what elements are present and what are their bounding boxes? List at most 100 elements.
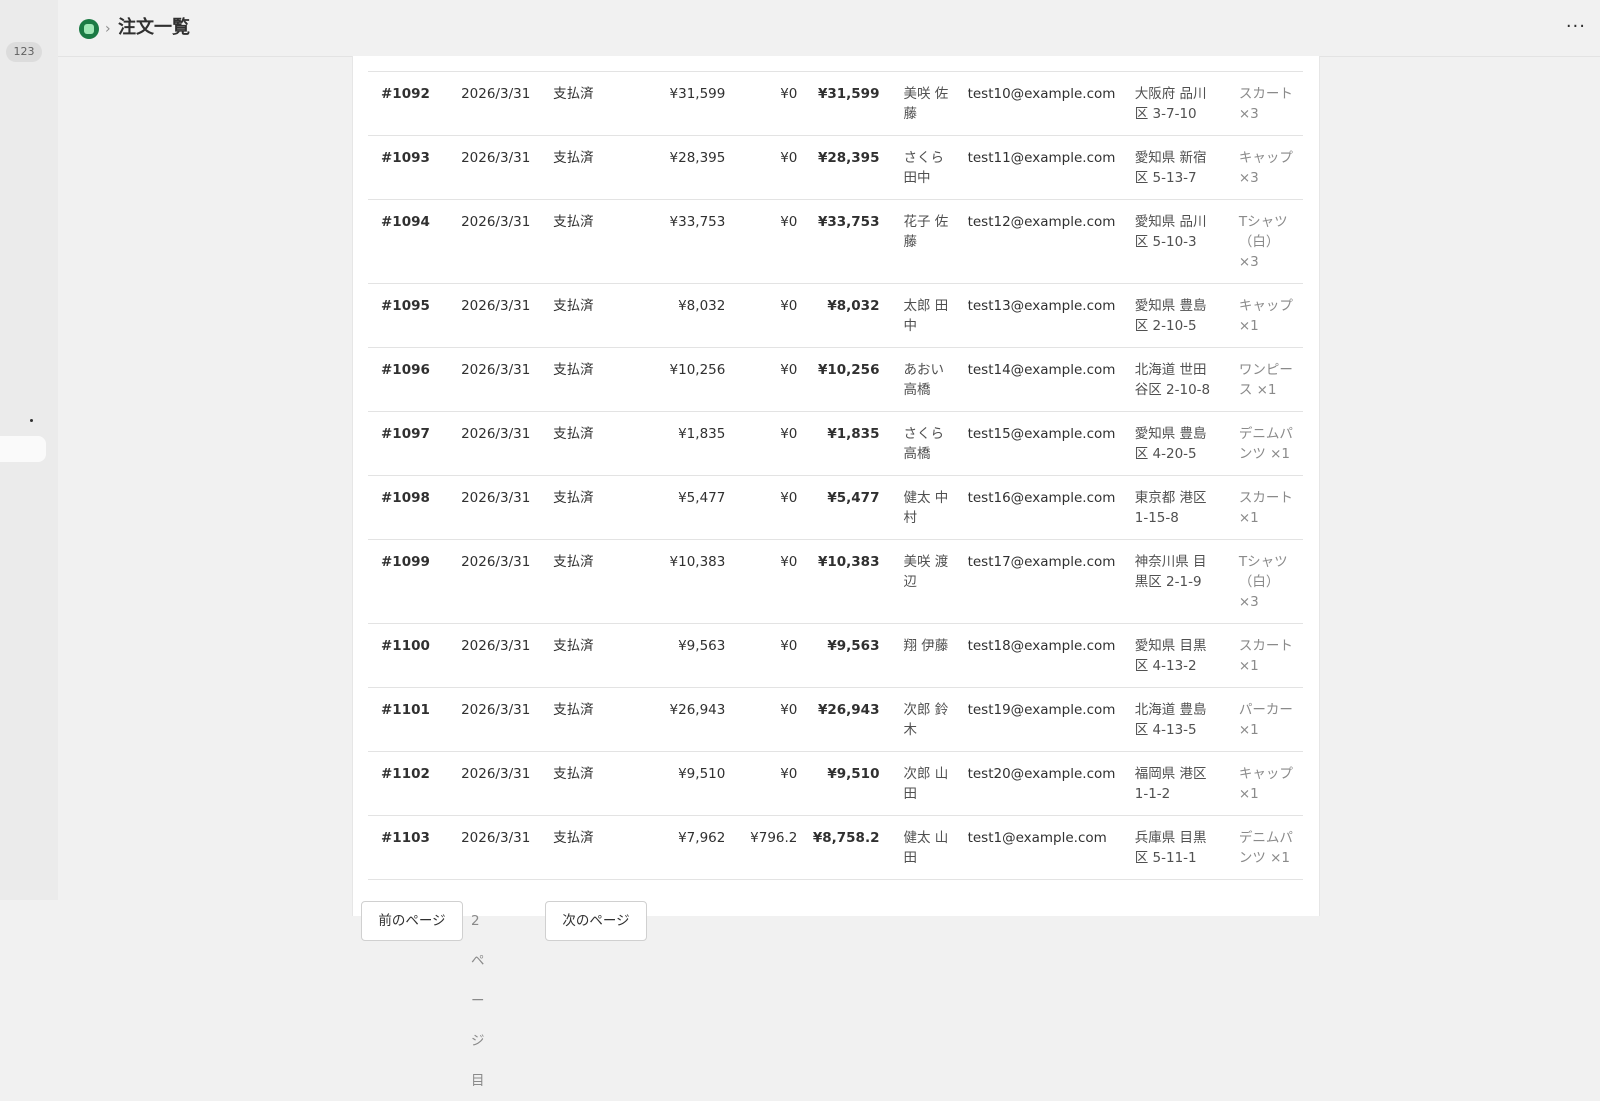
- sidebar: 123: [0, 0, 58, 900]
- payment-status-cell: 支払済: [547, 283, 650, 348]
- total-cell: ¥28,395: [803, 135, 886, 200]
- table-row[interactable]: #1097 2026/3/31 支払済 ¥1,835 ¥0 ¥1,835 さくら 高橋 tes…: [368, 411, 1303, 476]
- customer-name-cell: 太郎 田中: [885, 283, 962, 348]
- customer-name-cell: 美咲 佐藤: [885, 71, 962, 136]
- order-id-cell: #1093: [368, 135, 448, 200]
- order-items-cell: キャップ ×1: [1225, 751, 1303, 816]
- table-row[interactable]: #1098 2026/3/31 支払済 ¥5,477 ¥0 ¥5,477 健太 中村 test…: [368, 475, 1303, 540]
- breadcrumb-separator: ›: [105, 21, 111, 37]
- discount-cell: ¥0: [731, 687, 804, 752]
- subtotal-cell: ¥28,395: [649, 135, 732, 200]
- order-date-cell: 2026/3/31: [447, 623, 548, 688]
- table-row[interactable]: #1101 2026/3/31 支払済 ¥26,943 ¥0 ¥26,943 次郎 鈴木 te…: [368, 687, 1303, 752]
- total-cell: ¥10,256: [803, 347, 886, 412]
- sidebar-active-item[interactable]: [0, 436, 46, 462]
- order-date-cell: 2026/3/31: [447, 411, 548, 476]
- page-title: 注文一覧: [118, 17, 190, 38]
- customer-email-cell: test12@example.com: [961, 199, 1129, 284]
- customer-email-cell: test15@example.com: [961, 411, 1129, 476]
- shipping-address-cell: 兵庫県 目黒区 5-11-1: [1128, 815, 1226, 880]
- table-row[interactable]: #1102 2026/3/31 支払済 ¥9,510 ¥0 ¥9,510 次郎 山田 test…: [368, 751, 1303, 816]
- payment-status-cell: 支払済: [547, 135, 650, 200]
- subtotal-cell: ¥5,477: [649, 475, 732, 540]
- total-cell: ¥1,835: [803, 411, 886, 476]
- table-row[interactable]: #1093 2026/3/31 支払済 ¥28,395 ¥0 ¥28,395 さくら 田中 t…: [368, 135, 1303, 200]
- subtotal-cell: ¥33,753: [649, 199, 732, 284]
- order-items-cell: スカート ×1: [1225, 475, 1303, 540]
- customer-email-cell: test16@example.com: [961, 475, 1129, 540]
- order-id-cell: #1101: [368, 687, 448, 752]
- shipping-address-cell: 大阪府 品川区 3-7-10: [1128, 71, 1226, 136]
- discount-cell: ¥0: [731, 539, 804, 624]
- total-cell: ¥8,758.2: [803, 815, 886, 880]
- total-cell: ¥8,032: [803, 283, 886, 348]
- order-id-cell: #1100: [368, 623, 448, 688]
- shipping-address-cell: 北海道 豊島区 4-13-5: [1128, 687, 1226, 752]
- customer-name-cell: 花子 佐藤: [885, 199, 962, 284]
- customer-email-cell: test10@example.com: [961, 71, 1129, 136]
- subtotal-cell: ¥10,256: [649, 347, 732, 412]
- payment-status-cell: 支払済: [547, 475, 650, 540]
- indicator-dot: [30, 419, 33, 422]
- total-cell: ¥9,563: [803, 623, 886, 688]
- subtotal-cell: ¥26,943: [649, 687, 732, 752]
- discount-cell: ¥0: [731, 411, 804, 476]
- payment-status-cell: 支払済: [547, 71, 650, 136]
- table-row[interactable]: #1096 2026/3/31 支払済 ¥10,256 ¥0 ¥10,256 あおい 高橋 t…: [368, 347, 1303, 412]
- customer-name-cell: 美咲 渡辺: [885, 539, 962, 624]
- order-items-cell: Tシャツ（白） ×3: [1225, 199, 1303, 284]
- payment-status-cell: 支払済: [547, 411, 650, 476]
- discount-cell: ¥0: [731, 475, 804, 540]
- customer-name-cell: あおい 高橋: [885, 347, 962, 412]
- discount-cell: ¥0: [731, 347, 804, 412]
- shipping-address-cell: 北海道 世田谷区 2-10-8: [1128, 347, 1226, 412]
- app-logo-icon[interactable]: [79, 19, 99, 39]
- order-id-cell: #1102: [368, 751, 448, 816]
- shipping-address-cell: 愛知県 豊島区 2-10-5: [1128, 283, 1226, 348]
- order-date-cell: 2026/3/31: [447, 815, 548, 880]
- more-actions-icon[interactable]: ···: [1566, 14, 1586, 40]
- order-items-cell: パーカー ×1: [1225, 687, 1303, 752]
- order-items-cell: スカート ×3: [1225, 71, 1303, 136]
- order-items-cell: Tシャツ（白） ×3: [1225, 539, 1303, 624]
- shipping-address-cell: 神奈川県 目黒区 2-1-9: [1128, 539, 1226, 624]
- shipping-address-cell: 東京都 港区 1-15-8: [1128, 475, 1226, 540]
- order-id-cell: #1103: [368, 815, 448, 880]
- order-id-cell: #1099: [368, 539, 448, 624]
- payment-status-cell: 支払済: [547, 687, 650, 752]
- table-row[interactable]: #1095 2026/3/31 支払済 ¥8,032 ¥0 ¥8,032 太郎 田中 test…: [368, 283, 1303, 348]
- total-cell: ¥33,753: [803, 199, 886, 284]
- discount-cell: ¥0: [731, 623, 804, 688]
- payment-status-cell: 支払済: [547, 539, 650, 624]
- shipping-address-cell: 愛知県 新宿区 5-13-7: [1128, 135, 1226, 200]
- order-id-cell: #1098: [368, 475, 448, 540]
- table-row[interactable]: #1100 2026/3/31 支払済 ¥9,563 ¥0 ¥9,563 翔 伊藤 test1…: [368, 623, 1303, 688]
- prev-page-button[interactable]: 前のページ: [361, 901, 463, 941]
- customer-name-cell: さくら 高橋: [885, 411, 962, 476]
- customer-email-cell: test17@example.com: [961, 539, 1129, 624]
- table-row[interactable]: #1103 2026/3/31 支払済 ¥7,962 ¥796.2 ¥8,758.2 健太 …: [368, 815, 1303, 880]
- order-date-cell: 2026/3/31: [447, 347, 548, 412]
- payment-status-cell: 支払済: [547, 815, 650, 880]
- order-date-cell: 2026/3/31: [447, 539, 548, 624]
- table-row[interactable]: #1094 2026/3/31 支払済 ¥33,753 ¥0 ¥33,753 花子 佐藤 te…: [368, 199, 1303, 284]
- shipping-address-cell: 愛知県 品川区 5-10-3: [1128, 199, 1226, 284]
- orders-table: #1092 2026/3/31 支払済 ¥31,599 ¥0 ¥31,599 美咲 佐藤 te…: [368, 56, 1303, 880]
- order-id-cell: #1095: [368, 283, 448, 348]
- total-cell: ¥31,599: [803, 71, 886, 136]
- order-items-cell: キャップ ×1: [1225, 283, 1303, 348]
- customer-email-cell: test18@example.com: [961, 623, 1129, 688]
- order-id-cell: #1094: [368, 199, 448, 284]
- notification-count-badge[interactable]: 123: [6, 42, 42, 62]
- subtotal-cell: ¥9,563: [649, 623, 732, 688]
- table-row[interactable]: #1099 2026/3/31 支払済 ¥10,383 ¥0 ¥10,383 美咲 渡辺 te…: [368, 539, 1303, 624]
- subtotal-cell: ¥1,835: [649, 411, 732, 476]
- orders-card: #1092 2026/3/31 支払済 ¥31,599 ¥0 ¥31,599 美咲 佐藤 te…: [352, 56, 1320, 1089]
- payment-status-cell: 支払済: [547, 751, 650, 816]
- customer-name-cell: 健太 山田: [885, 815, 962, 880]
- order-date-cell: 2026/3/31: [447, 687, 548, 752]
- table-row-partial: [368, 56, 1303, 72]
- next-page-button[interactable]: 次のページ: [545, 901, 647, 941]
- table-row[interactable]: #1092 2026/3/31 支払済 ¥31,599 ¥0 ¥31,599 美咲 佐藤 te…: [368, 71, 1303, 136]
- customer-name-cell: 健太 中村: [885, 475, 962, 540]
